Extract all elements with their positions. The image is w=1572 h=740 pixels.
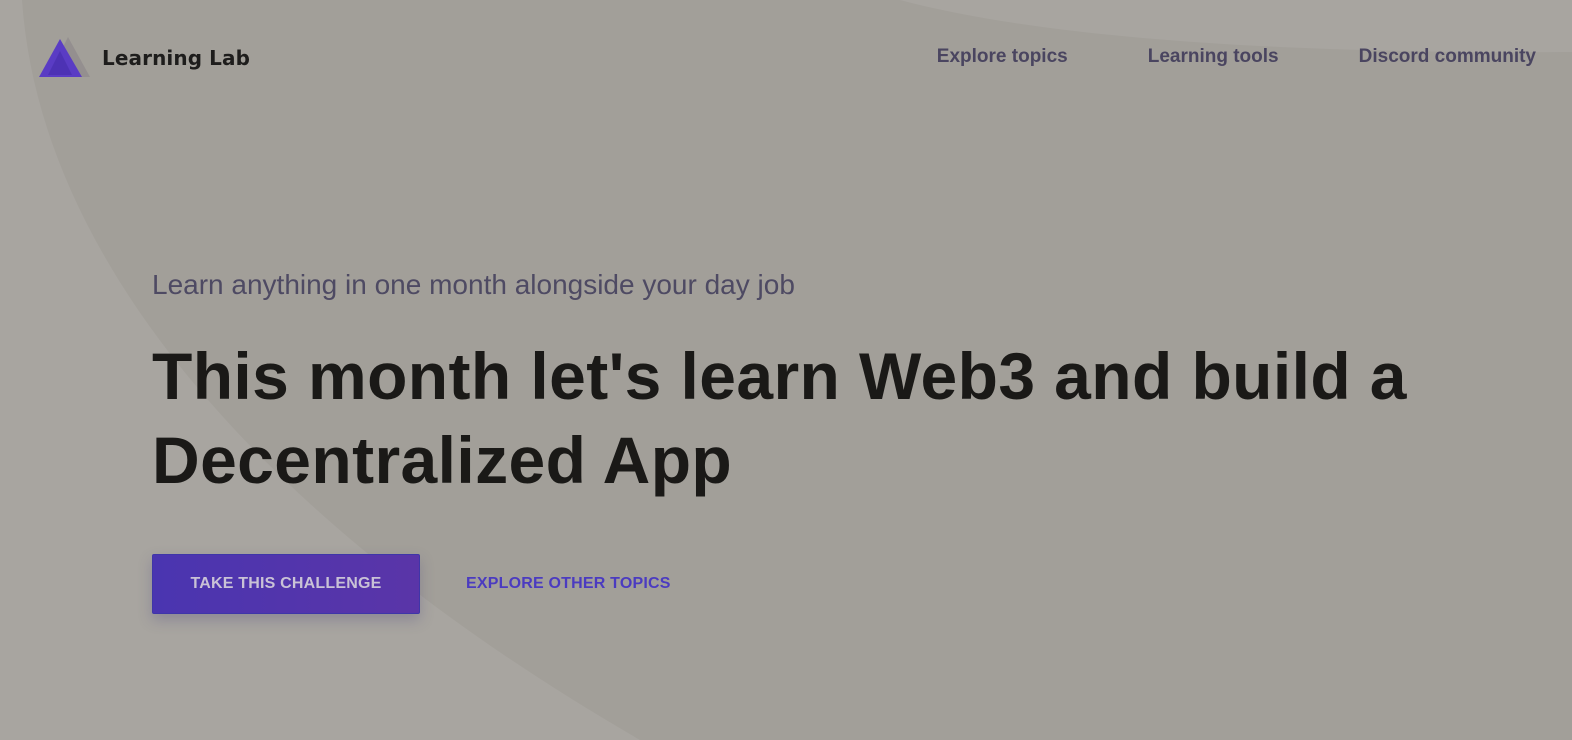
hero-headline: This month let's learn Web3 and build a …: [152, 339, 1407, 497]
nav-learning-tools[interactable]: Learning tools: [1148, 46, 1279, 68]
nav-discord-community[interactable]: Discord community: [1359, 46, 1536, 68]
brand[interactable]: Learning Lab: [38, 36, 250, 80]
main-nav: Explore topics Learning tools Discord co…: [937, 46, 1536, 68]
hero-section: Learn anything in one month alongside yo…: [152, 266, 1452, 614]
top-navigation-bar: Learning Lab Explore topics Learning too…: [0, 0, 1572, 118]
hero-eyebrow: Learn anything in one month alongside yo…: [152, 269, 795, 300]
take-challenge-button[interactable]: TAKE THIS CHALLENGE: [152, 554, 420, 614]
hero-actions: TAKE THIS CHALLENGE EXPLORE OTHER TOPICS: [152, 554, 1452, 614]
explore-other-topics-link[interactable]: EXPLORE OTHER TOPICS: [466, 575, 671, 593]
brand-name: Learning Lab: [102, 46, 251, 70]
nav-explore-topics[interactable]: Explore topics: [937, 46, 1068, 68]
triangle-logo-icon: [39, 37, 90, 77]
